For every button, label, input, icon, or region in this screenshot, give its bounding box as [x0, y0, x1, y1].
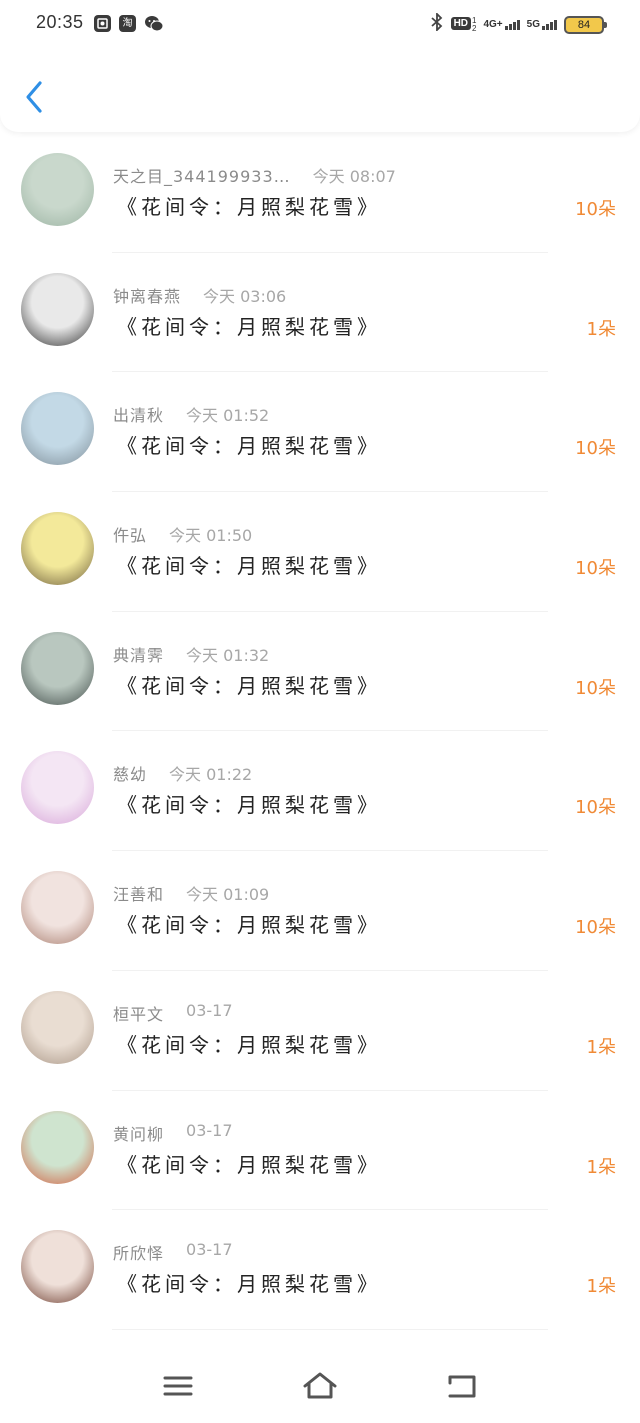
- user-name[interactable]: 出清秋: [113, 402, 164, 426]
- item-meta: 慈幼 今天 01:22: [113, 761, 252, 785]
- book-title: 《花间令：月照梨花雪》: [117, 1032, 381, 1057]
- back-icon: [448, 1375, 476, 1398]
- list-item[interactable]: 所欣怿 03-17 《花间令：月照梨花雪》 1朵: [0, 1210, 640, 1330]
- system-nav-bar: [0, 1349, 640, 1423]
- status-system-icons: HD 1 2 4G+ 5G 84: [430, 11, 607, 36]
- divider: [112, 1328, 548, 1330]
- battery-icon: 84: [564, 15, 607, 34]
- list-item[interactable]: 仵弘 今天 01:50 《花间令：月照梨花雪》 10朵: [0, 492, 640, 612]
- timestamp: 今天 01:09: [186, 885, 270, 905]
- back-button[interactable]: [18, 78, 52, 116]
- flower-count: 1朵: [586, 1156, 616, 1178]
- item-meta: 所欣怿 03-17: [113, 1240, 233, 1264]
- timestamp: 今天 03:06: [203, 286, 287, 306]
- book-title: 《花间令：月照梨花雪》: [117, 673, 381, 698]
- list-item[interactable]: 慈幼 今天 01:22 《花间令：月照梨花雪》 10朵: [0, 731, 640, 852]
- item-meta: 桓平文 03-17: [113, 1001, 233, 1025]
- flower-count: 10朵: [575, 199, 616, 220]
- avatar[interactable]: [21, 1110, 94, 1184]
- flower-count: 1朵: [586, 1276, 616, 1298]
- item-meta: 黄问柳 03-17: [113, 1121, 233, 1145]
- user-name[interactable]: 仵弘: [113, 522, 147, 546]
- book-title: 《花间令：月照梨花雪》: [117, 1152, 381, 1177]
- menu-icon: [163, 1376, 193, 1396]
- flower-count: 10朵: [575, 438, 616, 460]
- list-item[interactable]: 钟离春燕 今天 03:06 《花间令：月照梨花雪》 1朵: [0, 253, 640, 373]
- flower-count: 10朵: [575, 558, 616, 580]
- user-name[interactable]: 所欣怿: [113, 1240, 164, 1264]
- signal-4g-icon: 4G+: [483, 19, 520, 30]
- avatar[interactable]: [21, 153, 94, 226]
- user-name[interactable]: 天之目_344199933…: [113, 163, 291, 187]
- user-name[interactable]: 钟离春燕: [113, 283, 181, 307]
- item-meta: 仵弘 今天 01:50: [113, 522, 252, 546]
- flower-count: 1朵: [586, 1036, 616, 1058]
- wechat-icon: [144, 15, 164, 36]
- timestamp: 今天 01:50: [169, 526, 253, 546]
- book-title: 《花间令：月照梨花雪》: [117, 434, 381, 459]
- flower-count: 10朵: [575, 797, 616, 819]
- home-button[interactable]: [300, 1369, 340, 1403]
- book-title: 《花间令：月照梨花雪》: [117, 793, 381, 818]
- item-meta: 天之目_344199933… 今天 08:07: [113, 163, 396, 187]
- status-time: 20:35: [36, 12, 84, 32]
- user-name[interactable]: 黄问柳: [113, 1121, 164, 1145]
- hd-icon: HD 1 2: [450, 16, 476, 33]
- timestamp: 今天 01:22: [169, 765, 253, 785]
- user-name[interactable]: 典清霁: [113, 642, 164, 666]
- avatar[interactable]: [21, 990, 94, 1064]
- list-item[interactable]: 黄问柳 03-17 《花间令：月照梨花雪》 1朵: [0, 1091, 640, 1211]
- user-name[interactable]: 汪善和: [113, 881, 164, 905]
- back-nav-button[interactable]: [442, 1369, 482, 1403]
- app-icon: [94, 15, 111, 32]
- chevron-left-icon: [26, 81, 42, 113]
- book-title: 《花间令：月照梨花雪》: [117, 554, 381, 579]
- gift-record-list: 天之目_344199933… 今天 08:07 《花间令：月照梨花雪》 10朵 钟离春燕…: [0, 133, 640, 1330]
- home-icon: [303, 1372, 337, 1399]
- timestamp: 今天 01:52: [186, 406, 270, 426]
- timestamp: 03-17: [186, 1000, 233, 1020]
- taobao-icon: 淘: [119, 15, 136, 32]
- avatar[interactable]: [21, 871, 94, 945]
- item-meta: 钟离春燕 今天 03:06: [113, 283, 286, 307]
- timestamp: 今天 08:07: [312, 167, 396, 186]
- timestamp: 03-17: [186, 1120, 233, 1140]
- avatar[interactable]: [21, 751, 94, 825]
- timestamp: 03-17: [186, 1240, 233, 1260]
- user-name[interactable]: 桓平文: [113, 1001, 164, 1025]
- flower-count: 10朵: [575, 677, 616, 699]
- timestamp: 今天 01:32: [186, 645, 270, 665]
- avatar[interactable]: [21, 631, 94, 705]
- item-meta: 典清霁 今天 01:32: [113, 642, 269, 666]
- item-meta: 汪善和 今天 01:09: [113, 881, 269, 905]
- avatar[interactable]: [21, 512, 94, 586]
- bluetooth-icon: [430, 11, 444, 36]
- avatar[interactable]: [21, 272, 94, 346]
- avatar[interactable]: [21, 1230, 94, 1304]
- book-title: 《花间令：月照梨花雪》: [117, 913, 381, 938]
- list-item[interactable]: 汪善和 今天 01:09 《花间令：月照梨花雪》 10朵: [0, 851, 640, 971]
- status-app-icons: 淘: [94, 15, 164, 36]
- signal-5g-icon: 5G: [527, 19, 557, 30]
- book-title: 《花间令：月照梨花雪》: [117, 1272, 381, 1297]
- status-bar: 20:35 淘 HD 1 2 4G+ 5G 84: [0, 0, 640, 48]
- item-meta: 出清秋 今天 01:52: [113, 402, 269, 426]
- list-item[interactable]: 出清秋 今天 01:52 《花间令：月照梨花雪》 10朵: [0, 372, 640, 493]
- avatar[interactable]: [21, 392, 94, 466]
- menu-button[interactable]: [158, 1369, 198, 1403]
- user-name[interactable]: 慈幼: [113, 761, 147, 785]
- list-item[interactable]: 典清霁 今天 01:32 《花间令：月照梨花雪》 10朵: [0, 612, 640, 732]
- book-title: 《花间令：月照梨花雪》: [117, 314, 381, 339]
- list-item[interactable]: 天之目_344199933… 今天 08:07 《花间令：月照梨花雪》 10朵: [0, 133, 640, 253]
- list-item[interactable]: 桓平文 03-17 《花间令：月照梨花雪》 1朵: [0, 971, 640, 1091]
- flower-count: 10朵: [575, 917, 616, 939]
- flower-count: 1朵: [586, 318, 616, 340]
- book-title: 《花间令：月照梨花雪》: [117, 195, 381, 219]
